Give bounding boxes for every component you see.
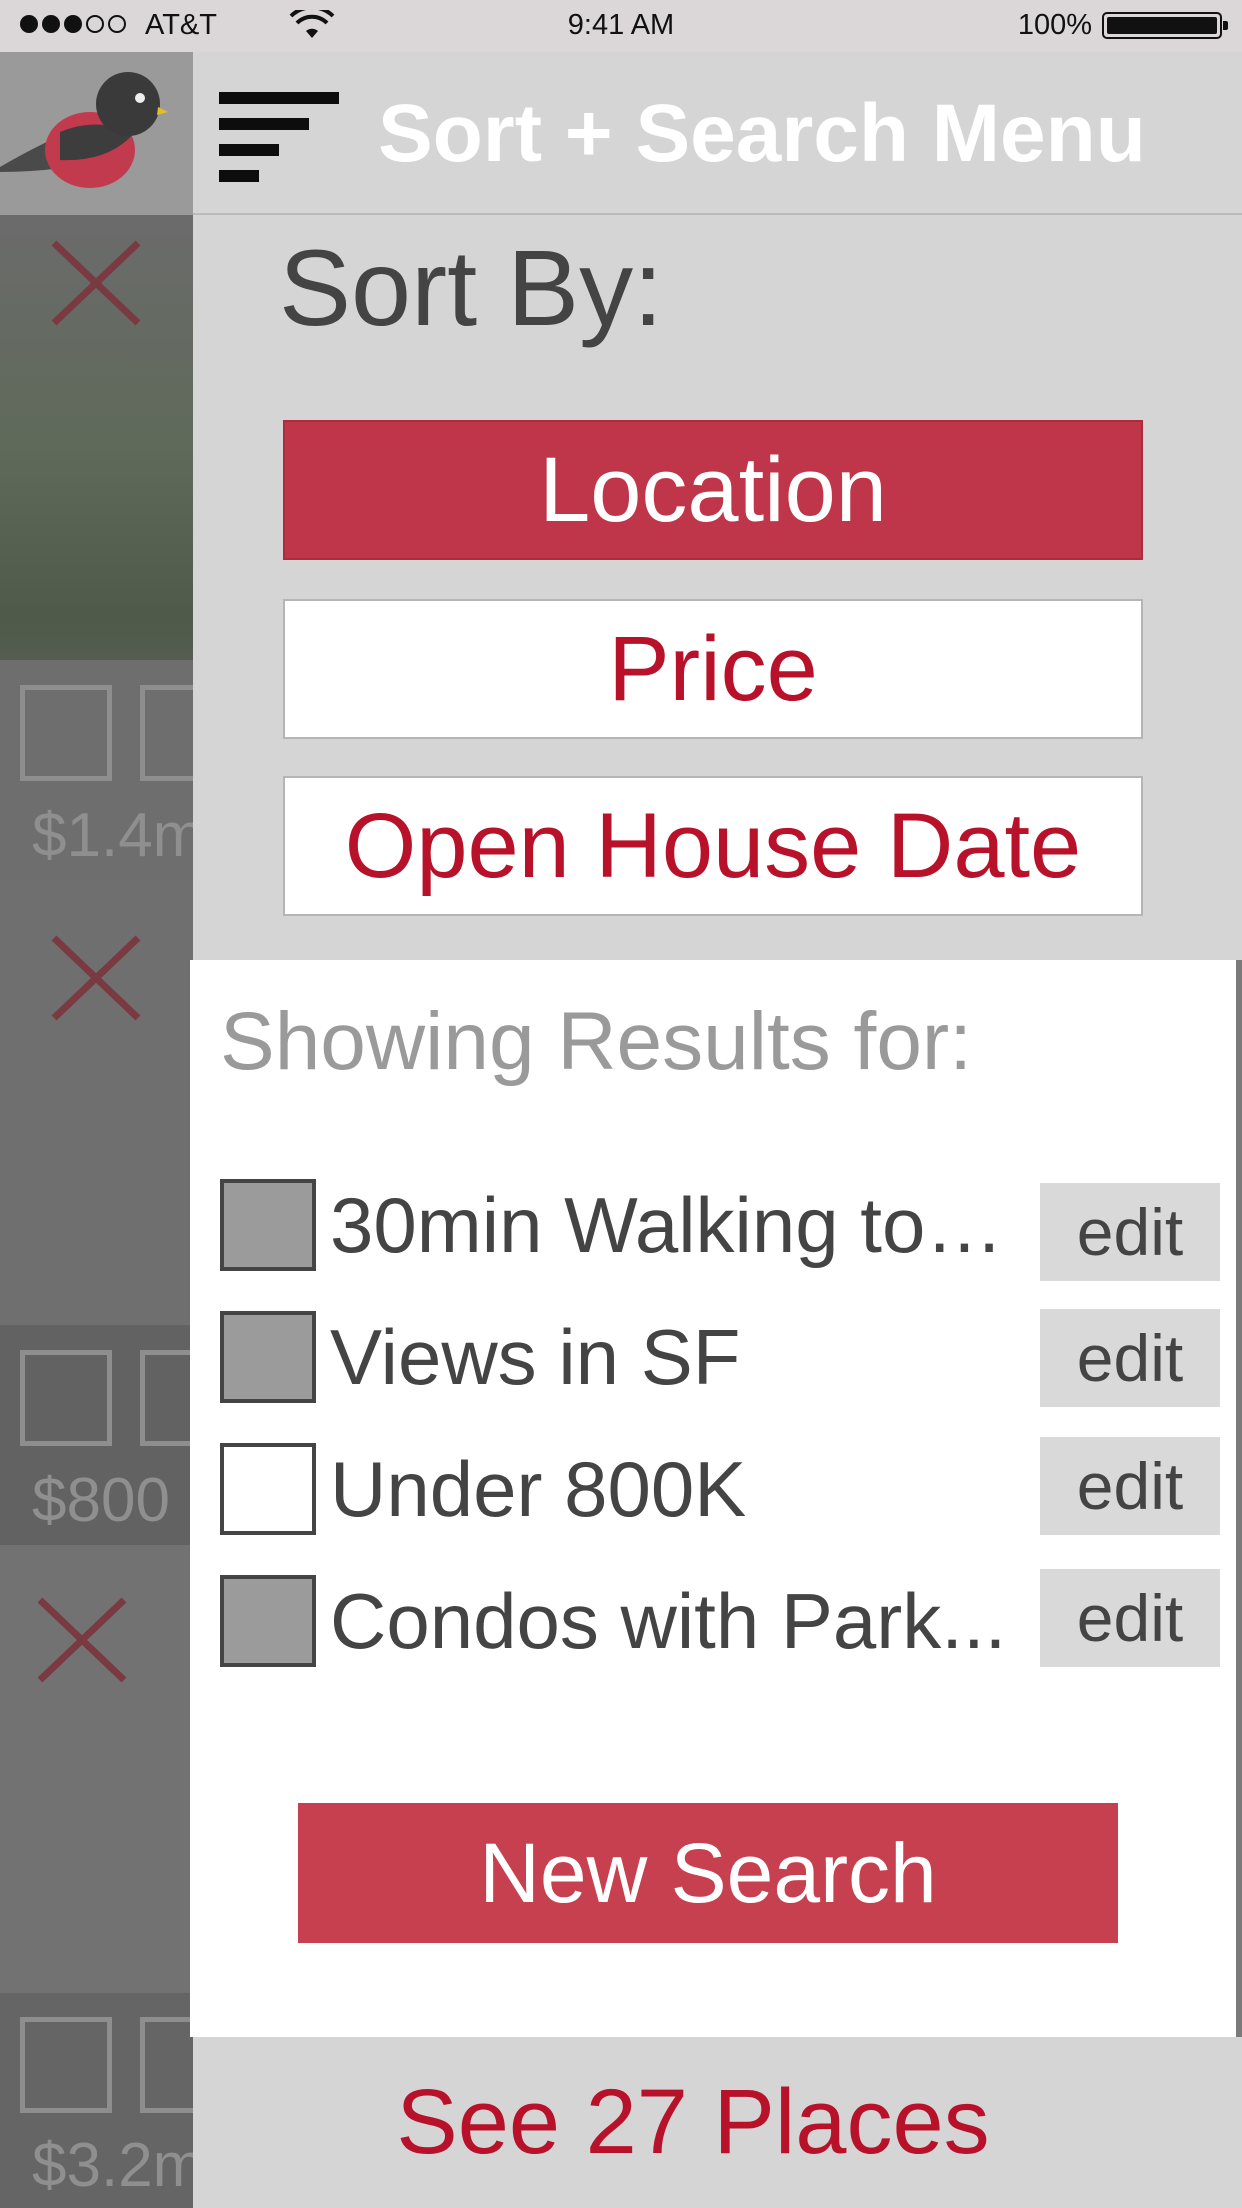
dismiss-x-icon[interactable] <box>46 928 146 1028</box>
dismiss-x-icon[interactable] <box>32 1590 132 1690</box>
listing-card[interactable]: $800 <box>0 880 195 1545</box>
filter-label: 30min Walking to… <box>330 1181 1004 1269</box>
filter-row: Views in SF edit <box>220 1309 1220 1411</box>
filter-row: Under 800K edit <box>220 1437 1220 1543</box>
sort-open-house-date-button[interactable]: Open House Date <box>283 776 1143 916</box>
sort-panel: Sort By: Location Price Open House Date <box>193 215 1242 960</box>
sort-lines-icon[interactable] <box>219 92 339 182</box>
edit-filter-button[interactable]: edit <box>1040 1569 1220 1667</box>
thumbnail-placeholder <box>20 685 112 781</box>
filter-row: 30min Walking to… edit <box>220 1179 1220 1281</box>
battery-icon <box>1102 12 1228 39</box>
app-header <box>0 52 195 215</box>
filter-label: Condos with Park... <box>330 1577 1007 1665</box>
sort-location-button[interactable]: Location <box>283 420 1143 560</box>
edit-filter-button[interactable]: edit <box>1040 1183 1220 1281</box>
edit-filter-button[interactable]: edit <box>1040 1437 1220 1535</box>
filter-label: Views in SF <box>330 1313 741 1401</box>
robin-logo-icon[interactable] <box>0 62 170 192</box>
new-search-button[interactable]: New Search <box>298 1803 1118 1943</box>
thumbnail-placeholder <box>140 2017 195 2113</box>
filter-checkbox[interactable] <box>220 1311 316 1403</box>
listing-price: $800 <box>32 1466 170 1535</box>
filter-row: Condos with Park... edit <box>220 1569 1220 1675</box>
drawer-footer: See 27 Places <box>193 2037 1242 2208</box>
drawer-header: Sort + Search Menu <box>193 52 1242 215</box>
sort-price-button[interactable]: Price <box>283 599 1143 739</box>
listing-price: $1.4m <box>32 801 195 870</box>
dismiss-x-icon[interactable] <box>46 233 146 333</box>
results-heading: Showing Results for: <box>220 996 973 1087</box>
listing-card[interactable]: $1.4m <box>0 215 195 880</box>
edit-filter-button[interactable]: edit <box>1040 1309 1220 1407</box>
battery-percentage: 100% <box>1017 9 1092 41</box>
filter-checkbox[interactable] <box>220 1179 316 1271</box>
thumbnail-placeholder <box>140 685 195 781</box>
status-bar: AT&T 9:41 AM 100% <box>0 0 1242 52</box>
thumbnail-placeholder <box>140 1350 195 1446</box>
listing-price: $3.2m <box>32 2131 195 2200</box>
sort-by-label: Sort By: <box>279 227 664 348</box>
results-panel: Showing Results for: 30min Walking to… e… <box>190 960 1236 2037</box>
thumbnail-placeholder <box>20 1350 112 1446</box>
drawer-title: Sort + Search Menu <box>378 88 1146 179</box>
filter-label: Under 800K <box>330 1445 747 1533</box>
listing-card[interactable]: $3.2m <box>0 1545 195 2208</box>
see-places-button[interactable]: See 27 Places <box>193 2037 1193 2208</box>
filter-checkbox[interactable] <box>220 1575 316 1667</box>
thumbnail-placeholder <box>20 2017 112 2113</box>
sort-search-drawer: Sort + Search Menu Sort By: Location Pri… <box>190 52 1242 2208</box>
filter-checkbox[interactable] <box>220 1443 316 1535</box>
